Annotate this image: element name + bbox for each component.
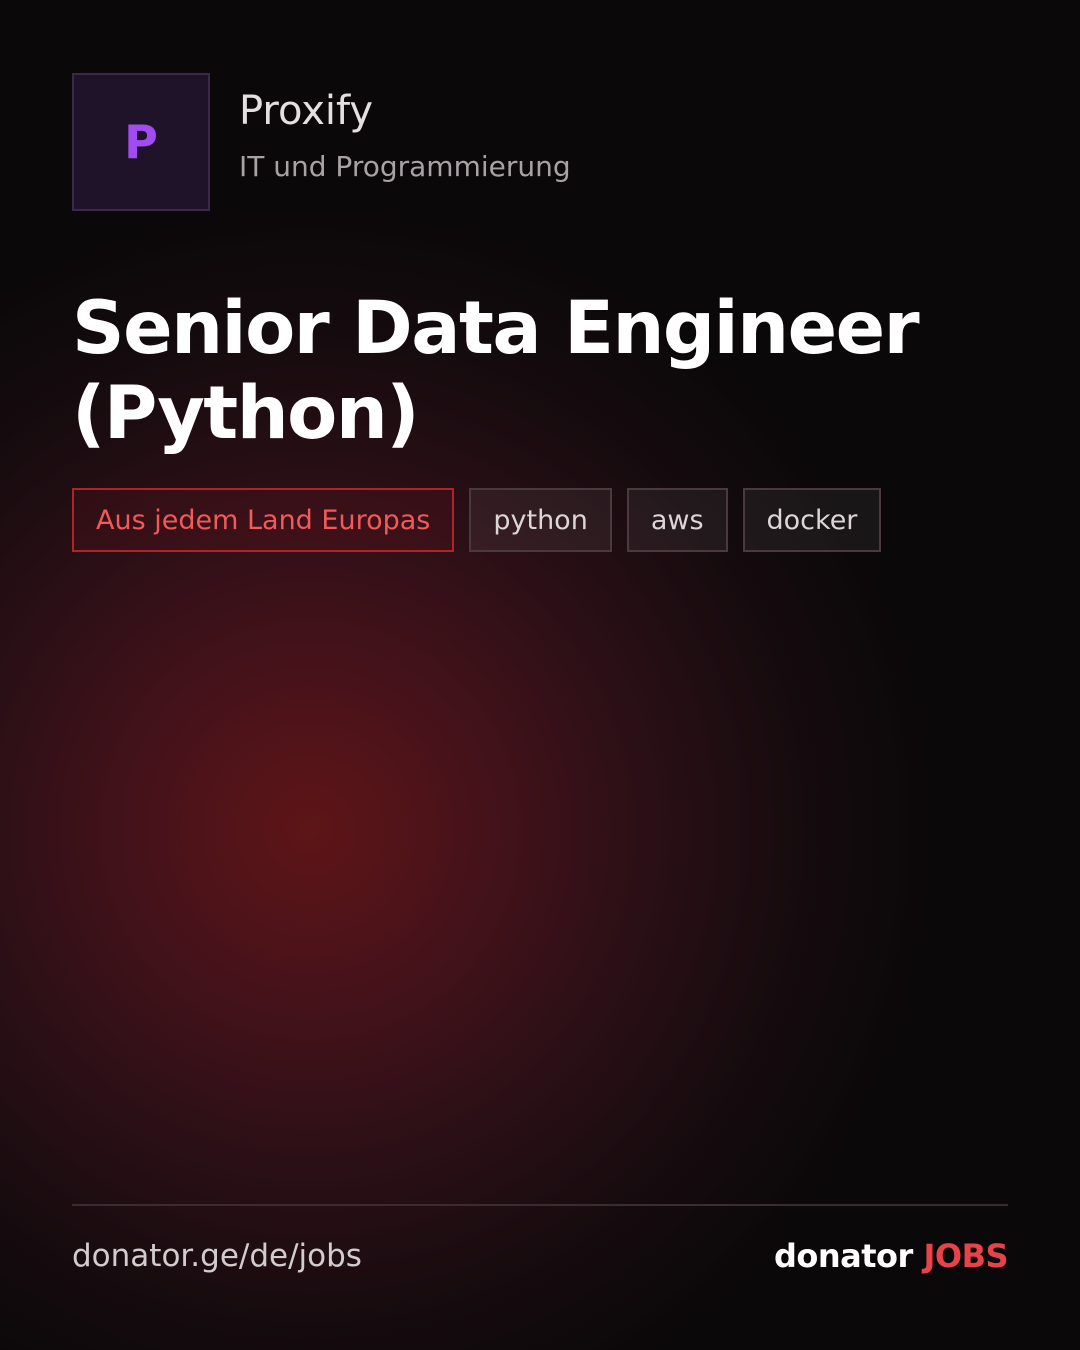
- company-logo: P: [72, 73, 210, 211]
- brand-suffix: JOBS: [923, 1237, 1008, 1275]
- job-title: Senior Data Engineer (Python): [72, 286, 920, 456]
- footer-divider: [72, 1204, 1008, 1206]
- skill-tag-docker: docker: [742, 488, 882, 552]
- brand-logo: donator JOBS: [773, 1236, 1009, 1276]
- skill-tag-python: python: [469, 488, 612, 552]
- location-tag: Aus jedem Land Europas: [72, 488, 455, 552]
- company-header: P Proxify IT und Programmierung: [72, 72, 571, 212]
- company-info: Proxify IT und Programmierung: [239, 88, 571, 184]
- skill-tag-aws: aws: [626, 488, 728, 552]
- tag-list: Aus jedem Land Europas python aws docker: [72, 488, 882, 552]
- footer-url: donator.ge/de/jobs: [72, 1238, 362, 1274]
- company-logo-letter: P: [124, 115, 158, 169]
- company-name: Proxify: [239, 88, 374, 134]
- brand-name: donator: [773, 1237, 913, 1275]
- company-category: IT und Programmierung: [239, 150, 571, 183]
